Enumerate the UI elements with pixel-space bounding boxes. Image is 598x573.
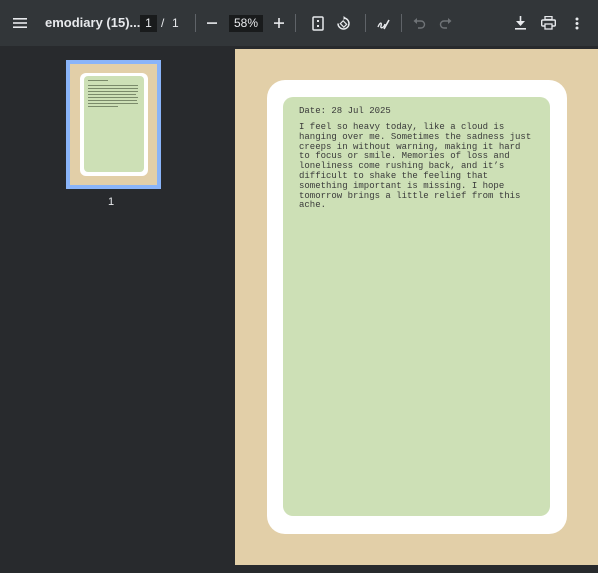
fit-page-icon[interactable] xyxy=(304,9,332,37)
page-total: 1 xyxy=(172,16,179,30)
print-icon[interactable] xyxy=(534,9,562,37)
document-viewer[interactable]: Date: 28 Jul 2025 I feel so heavy today,… xyxy=(232,46,598,573)
undo-icon[interactable] xyxy=(405,9,433,37)
toolbar-divider xyxy=(295,14,296,32)
zoom-in-icon[interactable] xyxy=(265,9,293,37)
thumbnail-sidebar: 1 xyxy=(0,46,232,573)
thumbnail-page xyxy=(70,64,157,185)
thumbnail-text-line xyxy=(88,97,138,98)
diary-card-border: Date: 28 Jul 2025 I feel so heavy today,… xyxy=(267,80,567,534)
rotate-icon[interactable] xyxy=(329,9,357,37)
entry-body: I feel so heavy today, like a cloud is h… xyxy=(299,122,532,211)
page-separator: / xyxy=(161,16,165,30)
zoom-input[interactable]: 58% xyxy=(229,15,263,32)
thumbnail-card-inner xyxy=(84,76,144,172)
thumbnail-page-number: 1 xyxy=(108,196,115,208)
thumbnail-text-line xyxy=(88,88,138,89)
thumbnail-text-line xyxy=(88,103,138,104)
thumbnail-text-line xyxy=(88,85,138,86)
thumbnail-text-line xyxy=(88,94,136,95)
page-number-input[interactable]: 1 xyxy=(140,15,157,32)
toolbar-divider xyxy=(365,14,366,32)
download-icon[interactable] xyxy=(506,9,534,37)
document-title: emodiary (15)... xyxy=(45,15,141,30)
thumbnail-text-line xyxy=(88,91,138,92)
redo-icon[interactable] xyxy=(431,9,459,37)
thumbnail-text-line xyxy=(88,80,108,81)
page-thumbnail[interactable] xyxy=(66,60,161,189)
entry-date: Date: 28 Jul 2025 xyxy=(299,106,391,116)
toolbar-divider xyxy=(401,14,402,32)
toolbar-divider xyxy=(195,14,196,32)
menu-icon[interactable] xyxy=(6,9,34,37)
pdf-toolbar: emodiary (15)... 1 / 1 58% xyxy=(0,0,598,46)
more-options-icon[interactable] xyxy=(563,9,591,37)
annotate-icon[interactable] xyxy=(369,9,397,37)
pdf-page: Date: 28 Jul 2025 I feel so heavy today,… xyxy=(235,49,598,565)
thumbnail-text-line xyxy=(88,100,137,101)
thumbnail-card xyxy=(80,73,148,176)
diary-card: Date: 28 Jul 2025 I feel so heavy today,… xyxy=(283,97,550,516)
thumbnail-text-line xyxy=(88,106,118,107)
zoom-out-icon[interactable] xyxy=(198,9,226,37)
